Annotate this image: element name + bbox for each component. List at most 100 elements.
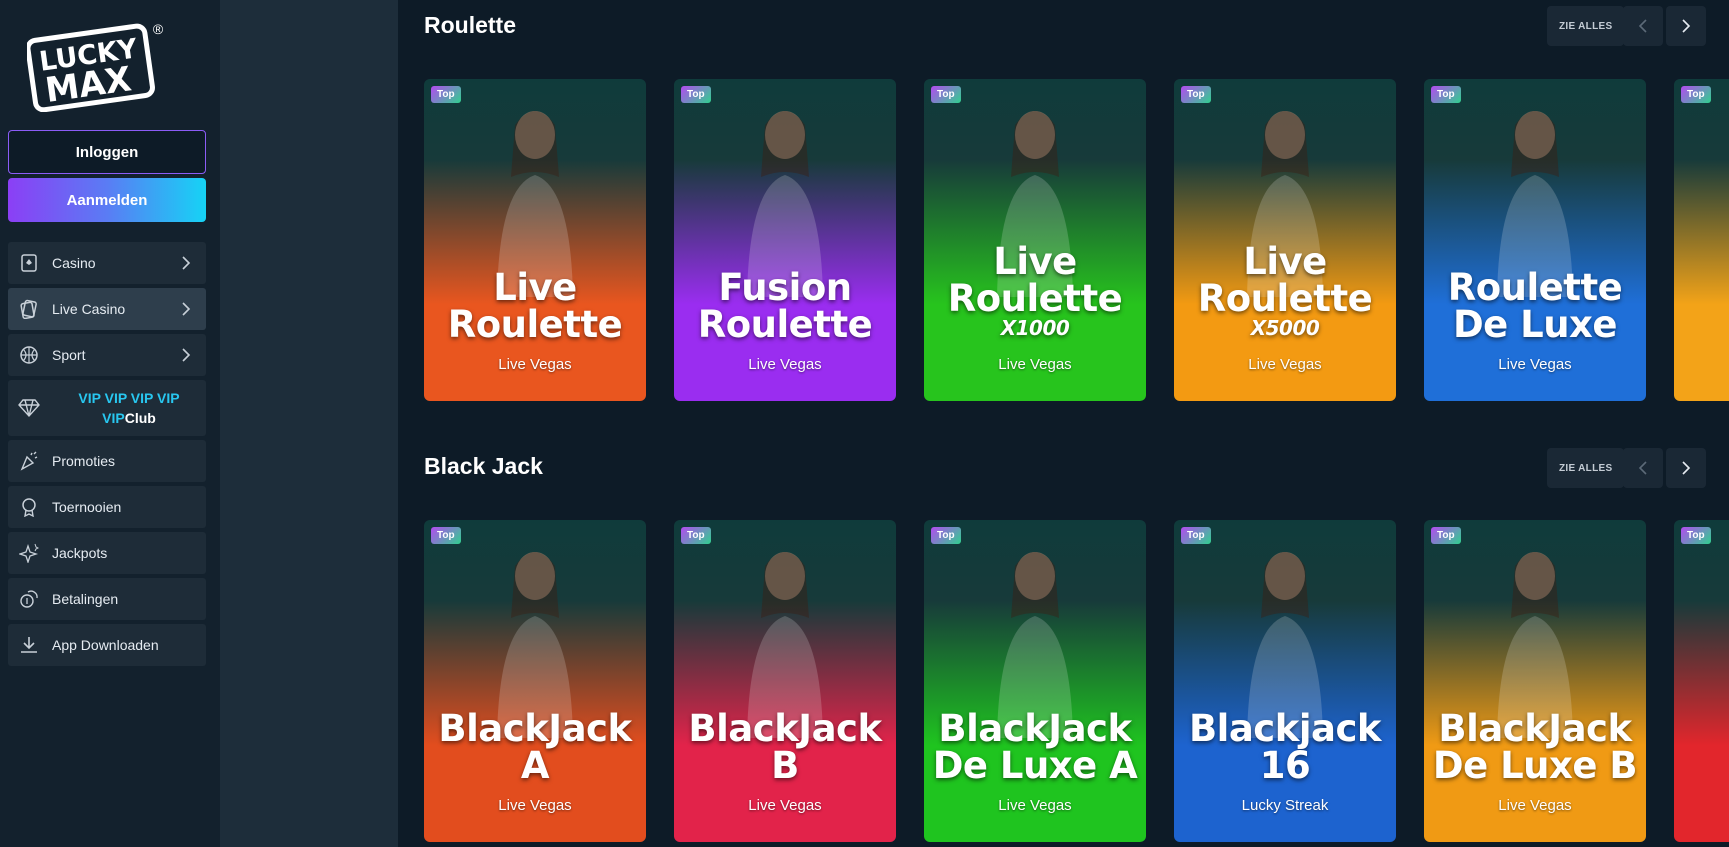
chevron-right-icon bbox=[182, 302, 191, 316]
svg-text:®: ® bbox=[153, 21, 164, 37]
game-provider: Live Vegas bbox=[998, 356, 1072, 373]
game-card[interactable]: Top Live Roulette X1000 Live Vegas bbox=[924, 79, 1146, 401]
game-card[interactable]: Top Roulette De Luxe Live Vegas bbox=[1424, 79, 1646, 401]
game-card[interactable]: Top Live Roulette Live Vegas bbox=[424, 79, 646, 401]
sidebar-item-live-casino[interactable]: Live Casino bbox=[8, 288, 206, 330]
game-title: Bl bbox=[1674, 747, 1729, 784]
top-badge: Top bbox=[681, 86, 711, 103]
spade-card-icon bbox=[18, 252, 40, 274]
top-badge: Top bbox=[1681, 86, 1711, 103]
sidebar-item-app-downloaden[interactable]: App Downloaden bbox=[8, 624, 206, 666]
game-title: Live Roulette X5000 bbox=[1174, 243, 1396, 339]
sidebar-item-sport[interactable]: Sport bbox=[8, 334, 206, 376]
game-title-line: Roulette bbox=[447, 303, 623, 346]
game-card-background bbox=[1674, 79, 1729, 401]
game-title: Live Roulette bbox=[424, 269, 646, 343]
next-blackjack-button[interactable] bbox=[1666, 448, 1706, 488]
game-title: Roulette De Luxe bbox=[1424, 269, 1646, 343]
game-card[interactable]: Top Live Roulette X5000 Live Vegas bbox=[1174, 79, 1396, 401]
sidebar-item-label: Casino bbox=[52, 255, 96, 271]
coins-icon bbox=[18, 588, 40, 610]
game-multiplier: X1000 bbox=[1000, 316, 1070, 340]
game-title: Fusion Roulette bbox=[674, 269, 896, 343]
game-provider: Live Vegas bbox=[748, 797, 822, 814]
top-badge: Top bbox=[1181, 527, 1211, 544]
game-title: R bbox=[1674, 306, 1729, 343]
sidebar-item-label: Sport bbox=[52, 347, 86, 363]
game-card[interactable]: Top Blackjack 16 Lucky Streak bbox=[1174, 520, 1396, 842]
download-icon bbox=[18, 634, 40, 656]
top-badge: Top bbox=[681, 527, 711, 544]
top-badge: Top bbox=[1431, 527, 1461, 544]
party-popper-icon bbox=[18, 450, 40, 472]
side-gutter bbox=[220, 0, 398, 847]
main-content: Roulette ZIE ALLES Top Live Roulette Live V… bbox=[398, 0, 1729, 847]
game-provider: Live Vegas bbox=[1248, 356, 1322, 373]
game-provider: Lucky Streak bbox=[1241, 797, 1329, 814]
sidebar-item-vip-club[interactable]: VIP VIP VIP VIP VIPClub bbox=[8, 380, 206, 436]
game-provider: Live Vegas bbox=[998, 797, 1072, 814]
sidebar-item-label: Promoties bbox=[52, 453, 116, 469]
chevron-right-icon bbox=[182, 256, 191, 270]
dealer-figure bbox=[1725, 538, 1729, 738]
game-provider: Live Vegas bbox=[1498, 797, 1572, 814]
game-card[interactable]: Top Fusion Roulette Live Vegas bbox=[674, 79, 896, 401]
game-card[interactable]: Top BlackJack De Luxe B Live Vegas bbox=[1424, 520, 1646, 842]
chevron-left-icon bbox=[1638, 461, 1647, 475]
top-badge: Top bbox=[1681, 527, 1711, 544]
login-button[interactable]: Inloggen bbox=[8, 130, 206, 174]
game-title: BlackJack B bbox=[674, 710, 896, 784]
game-title-line: A bbox=[520, 744, 550, 787]
sidebar-item-promoties[interactable]: Promoties bbox=[8, 440, 206, 482]
game-provider: Live Vegas bbox=[748, 356, 822, 373]
game-title-line: De Luxe bbox=[1452, 303, 1618, 346]
chevron-right-icon bbox=[1682, 19, 1691, 33]
sidebar-item-label: Live Casino bbox=[52, 301, 126, 317]
sidebar-item-jackpots[interactable]: Jackpots bbox=[8, 532, 206, 574]
sidebar-item-casino[interactable]: Casino bbox=[8, 242, 206, 284]
prev-roulette-button[interactable] bbox=[1623, 6, 1663, 46]
sidebar-item-toernooien[interactable]: Toernooien bbox=[8, 486, 206, 528]
see-all-roulette-button[interactable]: ZIE ALLES bbox=[1547, 6, 1625, 46]
game-card[interactable]: Top R bbox=[1674, 79, 1729, 401]
luckymax-logo[interactable]: LUCKY MAX ® bbox=[25, 20, 169, 113]
see-all-blackjack-button[interactable]: ZIE ALLES bbox=[1547, 448, 1625, 488]
game-title: BlackJack De Luxe A bbox=[924, 710, 1146, 784]
game-title-line: Roulette bbox=[697, 303, 873, 346]
sidebar-item-label: Toernooien bbox=[52, 499, 122, 515]
game-card[interactable]: Top BlackJack B Live Vegas bbox=[674, 520, 896, 842]
sidebar-item-betalingen[interactable]: Betalingen bbox=[8, 578, 206, 620]
dealer-figure bbox=[1725, 97, 1729, 297]
game-title: Blackjack 16 bbox=[1174, 710, 1396, 784]
chevron-right-icon bbox=[182, 348, 191, 362]
game-card[interactable]: Top BlackJack De Luxe A Live Vegas bbox=[924, 520, 1146, 842]
game-title-line: 16 bbox=[1259, 744, 1311, 787]
chevron-left-icon bbox=[1638, 19, 1647, 33]
game-title-line: Roulette bbox=[947, 277, 1123, 320]
top-badge: Top bbox=[1431, 86, 1461, 103]
game-provider: Live Vegas bbox=[498, 797, 572, 814]
section-title-blackjack: Black Jack bbox=[424, 453, 543, 479]
game-multiplier: X5000 bbox=[1250, 316, 1320, 340]
next-roulette-button[interactable] bbox=[1666, 6, 1706, 46]
game-provider: Live Vegas bbox=[1498, 356, 1572, 373]
game-card[interactable]: Top Bl bbox=[1674, 520, 1729, 842]
sidebar: LUCKY MAX ® Inloggen Aanmelden Casino Li… bbox=[0, 0, 220, 847]
top-badge: Top bbox=[431, 527, 461, 544]
game-title-line: De Luxe B bbox=[1432, 744, 1638, 787]
prev-blackjack-button[interactable] bbox=[1623, 448, 1663, 488]
game-card[interactable]: Top BlackJack A Live Vegas bbox=[424, 520, 646, 842]
ball-icon bbox=[18, 344, 40, 366]
game-card-background bbox=[1674, 520, 1729, 842]
game-title-line: B bbox=[771, 744, 799, 787]
chevron-right-icon bbox=[1682, 461, 1691, 475]
section-title-roulette: Roulette bbox=[424, 12, 516, 38]
game-provider: Live Vegas bbox=[498, 356, 572, 373]
game-title: BlackJack De Luxe B bbox=[1424, 710, 1646, 784]
signup-button[interactable]: Aanmelden bbox=[8, 178, 206, 222]
sparkle-icon bbox=[18, 542, 40, 564]
trophy-icon bbox=[18, 496, 40, 518]
top-badge: Top bbox=[931, 527, 961, 544]
diamond-icon bbox=[18, 397, 40, 419]
game-title: BlackJack A bbox=[424, 710, 646, 784]
